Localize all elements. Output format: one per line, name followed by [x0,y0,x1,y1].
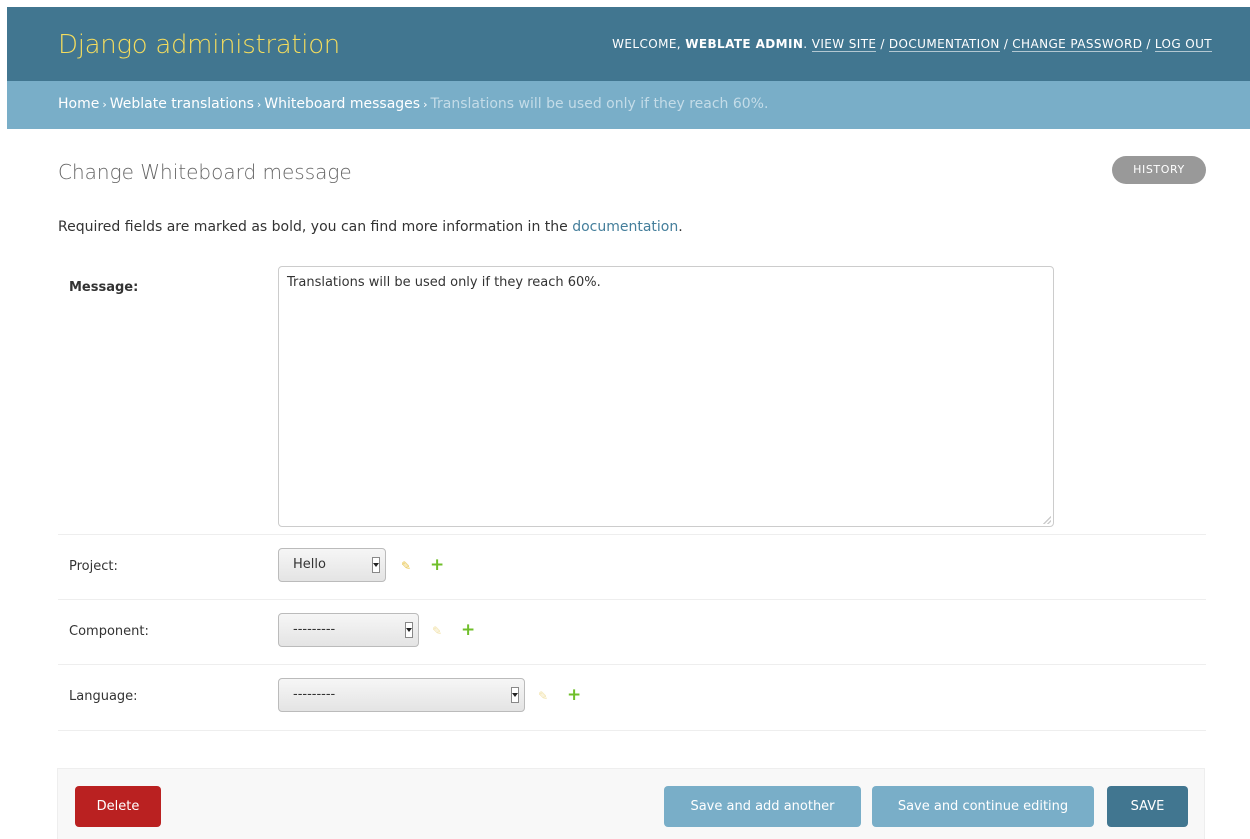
resize-grip-icon[interactable] [1043,516,1051,524]
chevron-down-icon [405,622,413,638]
site-name[interactable]: Django administration [58,30,340,60]
submit-row: Delete Save and add another Save and con… [57,768,1205,839]
project-select[interactable]: Hello [278,548,386,582]
save-and-continue-button[interactable]: Save and continue editing [872,786,1094,827]
breadcrumb: Home › Weblate translations › Whiteboard mes… [7,81,1250,129]
view-site-link[interactable]: VIEW SITE [811,37,877,52]
chevron-down-icon [372,557,380,573]
log-out-link[interactable]: LOG OUT [1154,37,1212,52]
user-name: WEBLATE ADMIN [685,37,804,51]
language-row: Language: --------- ✎ + [58,665,1206,731]
page-title: Change Whiteboard message [58,160,352,184]
chevron-down-icon [511,687,519,703]
delete-button[interactable]: Delete [75,786,161,827]
message-row: Message: Translations will be used only … [58,258,1206,535]
plus-icon[interactable]: + [461,620,475,640]
language-label: Language: [69,689,138,704]
help-text: Required fields are marked as bold, you … [58,219,683,235]
message-label: Message: [69,280,139,295]
component-row: Component: --------- ✎ + [58,600,1206,665]
save-and-add-another-button[interactable]: Save and add another [664,786,861,827]
history-button[interactable]: HISTORY [1112,156,1206,184]
breadcrumb-weblate-translations[interactable]: Weblate translations [110,96,254,112]
plus-icon[interactable]: + [430,555,444,575]
language-select[interactable]: --------- [278,678,525,712]
header: Django administration WELCOME, WEBLATE A… [7,7,1250,81]
pencil-icon: ✎ [432,624,443,638]
message-textarea[interactable]: Translations will be used only if they r… [278,266,1054,527]
change-password-link[interactable]: CHANGE PASSWORD [1012,37,1143,52]
breadcrumb-home[interactable]: Home [58,96,99,112]
component-select[interactable]: --------- [278,613,419,647]
breadcrumb-whiteboard-messages[interactable]: Whiteboard messages [264,96,420,112]
component-label: Component: [69,624,149,639]
documentation-link[interactable]: DOCUMENTATION [888,37,1000,52]
documentation-help-link[interactable]: documentation [572,219,678,235]
welcome-text: WELCOME, WEBLATE ADMIN. [612,37,808,51]
plus-icon[interactable]: + [567,685,581,705]
project-label: Project: [69,559,118,574]
pencil-icon[interactable]: ✎ [401,560,411,572]
pencil-icon: ✎ [538,689,549,703]
breadcrumb-current: Translations will be used only if they r… [430,96,769,112]
user-tools: WELCOME, WEBLATE ADMIN. VIEW SITE / DOCUME… [612,37,1212,52]
project-row: Project: Hello ✎ + [58,535,1206,600]
save-button[interactable]: SAVE [1107,786,1188,827]
